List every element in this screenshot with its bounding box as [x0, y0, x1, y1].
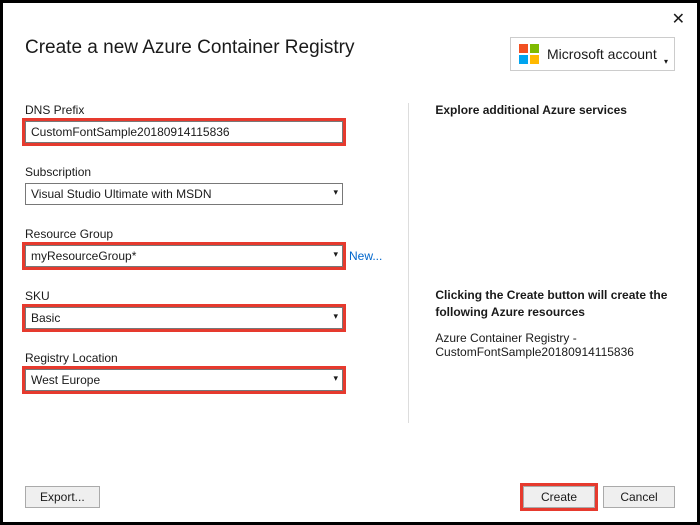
create-button[interactable]: Create — [523, 486, 595, 508]
registry-location-label: Registry Location — [25, 351, 382, 365]
sku-label: SKU — [25, 289, 382, 303]
dns-prefix-input[interactable]: CustomFontSample20180914115836 — [25, 121, 343, 143]
chevron-down-icon: ▾ — [664, 57, 668, 66]
subscription-select[interactable]: Visual Studio Ultimate with MSDN ▾ — [25, 183, 343, 205]
header: Create a new Azure Container Registry Mi… — [3, 3, 697, 71]
export-button[interactable]: Export... — [25, 486, 100, 508]
registry-location-value: West Europe — [31, 373, 100, 387]
dns-prefix-value: CustomFontSample20180914115836 — [31, 125, 230, 139]
sku-value: Basic — [31, 311, 60, 325]
right-panel: Explore additional Azure services Clicki… — [408, 103, 675, 423]
form-left: DNS Prefix CustomFontSample2018091411583… — [25, 103, 382, 423]
sku-select[interactable]: Basic ▾ — [25, 307, 343, 329]
subscription-label: Subscription — [25, 165, 382, 179]
new-resource-group-link[interactable]: New... — [349, 249, 382, 263]
chevron-down-icon: ▾ — [333, 187, 338, 198]
dns-prefix-label: DNS Prefix — [25, 103, 382, 117]
microsoft-logo-icon — [519, 44, 539, 64]
body: DNS Prefix CustomFontSample2018091411583… — [3, 71, 697, 423]
close-icon[interactable]: ✕ — [672, 9, 685, 29]
resource-group-label: Resource Group — [25, 227, 382, 241]
create-resources-title: Clicking the Create button will create t… — [435, 287, 675, 321]
subscription-value: Visual Studio Ultimate with MSDN — [31, 187, 212, 201]
resource-line: Azure Container Registry - CustomFontSam… — [435, 331, 675, 359]
dialog-window: ✕ Create a new Azure Container Registry … — [0, 0, 700, 525]
resource-group-value: myResourceGroup* — [31, 249, 136, 263]
chevron-down-icon: ▾ — [333, 373, 338, 384]
page-title: Create a new Azure Container Registry — [25, 37, 355, 59]
resource-group-select[interactable]: myResourceGroup* ▾ — [25, 245, 343, 267]
chevron-down-icon: ▾ — [333, 249, 338, 260]
footer: Export... Create Cancel — [25, 486, 675, 508]
explore-services-title: Explore additional Azure services — [435, 103, 675, 117]
chevron-down-icon: ▾ — [333, 311, 338, 322]
registry-location-select[interactable]: West Europe ▾ — [25, 369, 343, 391]
account-label: Microsoft account — [547, 46, 657, 62]
cancel-button[interactable]: Cancel — [603, 486, 675, 508]
account-selector[interactable]: Microsoft account ▾ — [510, 37, 675, 71]
